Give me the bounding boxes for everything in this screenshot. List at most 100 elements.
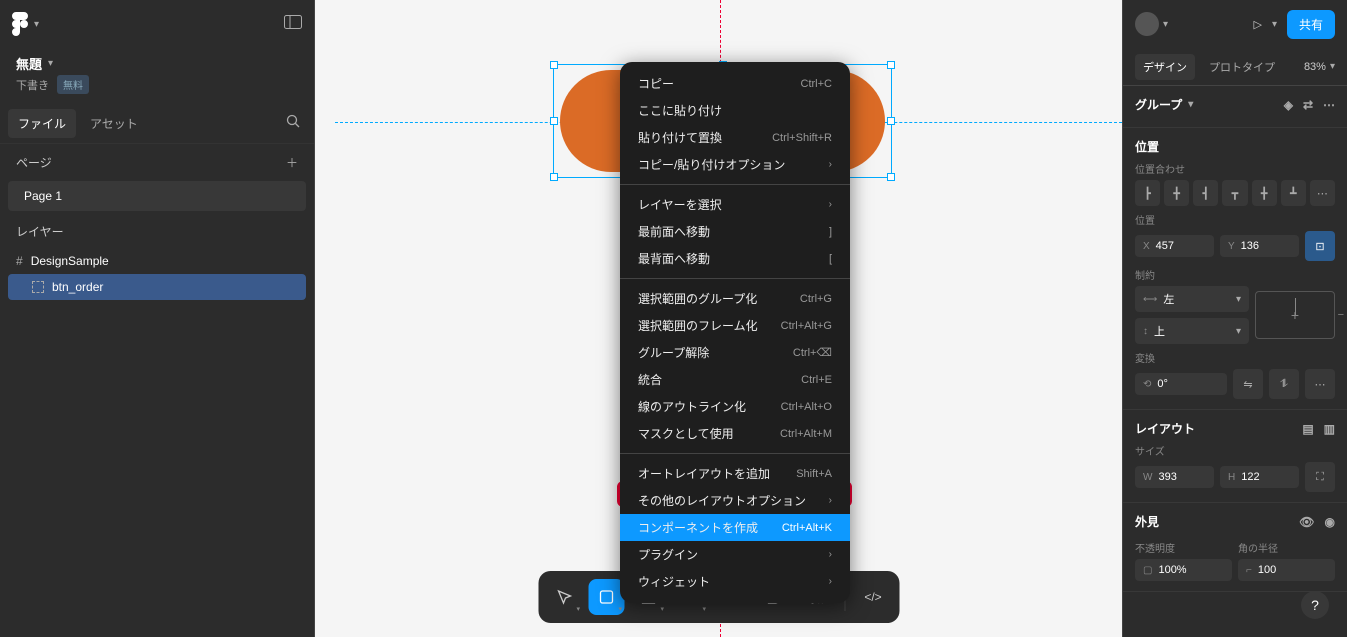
menu-paste-replace[interactable]: 貼り付けて置換Ctrl+Shift+R	[620, 124, 850, 151]
search-icon[interactable]	[280, 108, 306, 139]
menu-outline[interactable]: 線のアウトライン化Ctrl+Alt+O	[620, 393, 850, 420]
resize-handle[interactable]	[887, 61, 895, 69]
tab-design[interactable]: デザイン	[1135, 54, 1195, 80]
menu-paste-options[interactable]: コピー/貼り付けオプション›	[620, 151, 850, 178]
menu-paste-here[interactable]: ここに貼り付け	[620, 97, 850, 124]
layer-frame-label: DesignSample	[31, 254, 109, 268]
free-badge[interactable]: 無料	[57, 75, 89, 94]
help-button[interactable]: ?	[1301, 591, 1329, 619]
flip-v-button[interactable]: ⥮	[1269, 369, 1299, 399]
menu-group[interactable]: 選択範囲のグループ化Ctrl+G	[620, 285, 850, 312]
align-top-button[interactable]: ┳	[1222, 180, 1247, 206]
lock-aspect-button[interactable]: ⛶	[1305, 462, 1335, 492]
resize-handle[interactable]	[550, 117, 558, 125]
resize-handle[interactable]	[550, 173, 558, 181]
layout-section-label: レイアウト	[1135, 420, 1195, 437]
autolayout-v-icon[interactable]: ▥	[1324, 422, 1335, 436]
component-icon[interactable]: ◈	[1284, 98, 1293, 112]
opacity-label: 不透明度	[1135, 540, 1232, 555]
menu-select-layer[interactable]: レイヤーを選択›	[620, 191, 850, 218]
draft-label: 下書き	[16, 77, 49, 93]
chevron-down-icon: ▾	[576, 605, 580, 613]
autolayout-h-icon[interactable]: ▤	[1302, 422, 1313, 436]
right-toolbar: ▾ ▷ ▾ 共有	[1123, 0, 1347, 48]
visibility-icon[interactable]: 👁	[1299, 515, 1314, 529]
appearance-section-label: 外見	[1135, 513, 1159, 530]
constraint-v-input[interactable]: ↕上▾	[1135, 318, 1249, 344]
tab-assets[interactable]: アセット	[80, 109, 148, 138]
section-position: 位置 位置合わせ ┣ ╋ ┫ ┳ ╋ ┻ ⋯ 位置 X457 Y136 ⊡ 制約…	[1123, 128, 1347, 410]
layer-frame[interactable]: # DesignSample	[0, 248, 314, 274]
layer-group-selected[interactable]: btn_order	[8, 274, 306, 300]
tab-prototype[interactable]: プロトタイプ	[1201, 54, 1283, 80]
align-right-button[interactable]: ┫	[1193, 180, 1218, 206]
menu-ungroup[interactable]: グループ解除Ctrl+⌫	[620, 339, 850, 366]
avatar[interactable]	[1135, 12, 1159, 36]
radius-label: 角の半径	[1238, 540, 1335, 555]
transform-more-button[interactable]: ⋯	[1305, 369, 1335, 399]
constraint-h-input[interactable]: ⟷左▾	[1135, 286, 1249, 312]
group-title: グループ	[1135, 96, 1182, 113]
chevron-down-icon: ▾	[660, 605, 664, 613]
menu-widgets[interactable]: ウィジェット›	[620, 568, 850, 595]
flip-h-button[interactable]: ⇋	[1233, 369, 1263, 399]
chevron-right-icon: ›	[829, 159, 832, 170]
align-vcenter-button[interactable]: ╋	[1252, 180, 1277, 206]
align-left-button[interactable]: ┣	[1135, 180, 1160, 206]
page-item[interactable]: Page 1	[8, 181, 306, 211]
section-appearance: 外見 👁 ◉ 不透明度 ▢100% 角の半径 ⌐100	[1123, 503, 1347, 592]
resize-handle[interactable]	[887, 117, 895, 125]
frame-tool[interactable]: ▾	[588, 579, 624, 615]
menu-separator	[620, 453, 850, 454]
more-icon[interactable]: ⋯	[1323, 98, 1335, 112]
menu-plugins[interactable]: プラグイン›	[620, 541, 850, 568]
tab-file[interactable]: ファイル	[8, 109, 76, 138]
y-input[interactable]: Y136	[1220, 235, 1299, 257]
resize-handle[interactable]	[550, 61, 558, 69]
transform-label: 変換	[1135, 350, 1335, 365]
right-panel: ▾ ▷ ▾ 共有 デザイン プロトタイプ 83%▾ グループ ▾ ◈ ⇄ ⋯ 位置…	[1122, 0, 1347, 637]
zoom-control[interactable]: 83%▾	[1304, 61, 1335, 73]
constraint-visual[interactable]: +−	[1255, 291, 1335, 339]
dev-mode-tool[interactable]: </>	[855, 579, 891, 615]
file-title-row[interactable]: 無題 ▾	[0, 48, 314, 75]
menu-layout-options[interactable]: その他のレイアウトオプション›	[620, 487, 850, 514]
menu-send-back[interactable]: 最背面へ移動[	[620, 245, 850, 272]
right-tabs: デザイン プロトタイプ 83%▾	[1123, 48, 1347, 86]
align-more-button[interactable]: ⋯	[1310, 180, 1335, 206]
resize-handle[interactable]	[887, 173, 895, 181]
section-group: グループ ▾ ◈ ⇄ ⋯	[1123, 86, 1347, 128]
menu-create-component[interactable]: コンポーネントを作成Ctrl+Alt+K	[620, 514, 850, 541]
chevron-right-icon: ›	[829, 549, 832, 560]
abs-position-button[interactable]: ⊡	[1305, 231, 1335, 261]
panel-toggle-icon[interactable]	[284, 15, 302, 34]
menu-mask[interactable]: マスクとして使用Ctrl+Alt+M	[620, 420, 850, 447]
main-menu-button[interactable]: ▾	[12, 12, 39, 36]
present-button[interactable]: ▷	[1253, 18, 1261, 31]
swap-icon[interactable]: ⇄	[1303, 98, 1313, 112]
move-tool[interactable]: ▾	[546, 579, 582, 615]
frame-icon: #	[16, 254, 23, 268]
position-section-label: 位置	[1135, 138, 1159, 155]
menu-copy[interactable]: コピーCtrl+C	[620, 70, 850, 97]
chevron-down-icon: ▾	[34, 19, 39, 30]
menu-bring-front[interactable]: 最前面へ移動]	[620, 218, 850, 245]
canvas[interactable]: ご コピーCtrl+C ここに貼り付け 貼り付けて置換Ctrl+Shift+R …	[315, 0, 1122, 637]
rotation-input[interactable]: ⟲0°	[1135, 373, 1227, 395]
chevron-down-icon: ▾	[702, 605, 706, 613]
menu-frame-selection[interactable]: 選択範囲のフレーム化Ctrl+Alt+G	[620, 312, 850, 339]
width-input[interactable]: W393	[1135, 466, 1214, 488]
menu-flatten[interactable]: 統合Ctrl+E	[620, 366, 850, 393]
menu-autolayout[interactable]: オートレイアウトを追加Shift+A	[620, 460, 850, 487]
radius-input[interactable]: ⌐100	[1238, 559, 1335, 581]
add-page-button[interactable]: ＋	[286, 154, 298, 171]
alignment-label: 位置合わせ	[1135, 161, 1335, 176]
align-hcenter-button[interactable]: ╋	[1164, 180, 1189, 206]
chevron-down-icon: ▾	[1188, 99, 1193, 110]
height-input[interactable]: H122	[1220, 466, 1299, 488]
x-input[interactable]: X457	[1135, 235, 1214, 257]
share-button[interactable]: 共有	[1287, 10, 1335, 39]
style-icon[interactable]: ◉	[1325, 515, 1335, 529]
align-bottom-button[interactable]: ┻	[1281, 180, 1306, 206]
opacity-input[interactable]: ▢100%	[1135, 559, 1232, 581]
